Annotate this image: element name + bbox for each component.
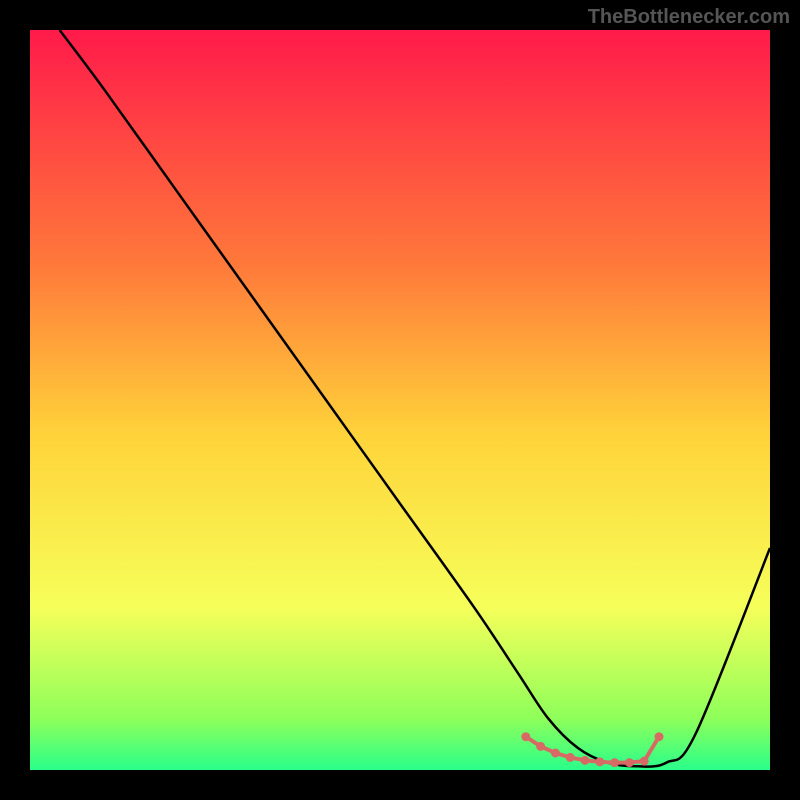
watermark-text: TheBottlenecker.com (588, 6, 790, 29)
marker-point (536, 742, 545, 751)
plot-area (30, 30, 770, 770)
marker-point (551, 748, 560, 757)
chart-svg (30, 30, 770, 770)
chart-container: TheBottlenecker.com (0, 0, 800, 800)
marker-point (625, 758, 634, 767)
marker-point (581, 756, 590, 765)
marker-point (640, 757, 649, 766)
marker-point (655, 732, 664, 741)
marker-point (610, 758, 619, 767)
marker-point (566, 753, 575, 762)
marker-point (595, 757, 604, 766)
marker-point (521, 732, 530, 741)
